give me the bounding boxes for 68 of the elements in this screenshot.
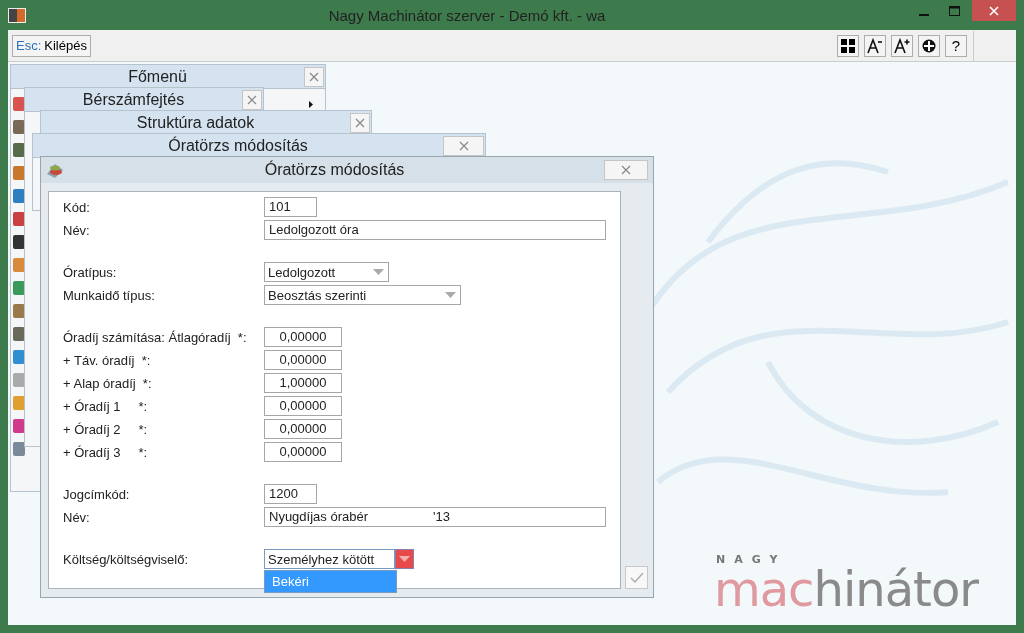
input-field[interactable]: 1,00000 bbox=[264, 373, 342, 393]
dropdown-arrow-icon bbox=[373, 269, 384, 275]
input-field[interactable]: 0,00000 bbox=[264, 442, 342, 462]
submenu-arrow-icon bbox=[309, 101, 313, 108]
toolbar-button[interactable] bbox=[864, 34, 886, 57]
close-button[interactable] bbox=[604, 160, 648, 180]
checkmark-icon bbox=[629, 571, 644, 584]
circle-icon bbox=[921, 37, 937, 54]
minimize-icon bbox=[918, 13, 929, 16]
brand-logo: NAGY machinátor bbox=[713, 554, 978, 613]
field-label: + Óradíj 1 *: bbox=[63, 398, 149, 414]
window-title: Nagy Machinátor szerver - Demó kft. - wa bbox=[327, 6, 607, 24]
field-label: Név: bbox=[63, 222, 91, 238]
app-logo-icon bbox=[8, 7, 26, 23]
input-field[interactable]: 0,00000 bbox=[264, 350, 342, 370]
close-button[interactable] bbox=[350, 112, 370, 133]
dialog-title: Óratörzs módosítás bbox=[263, 161, 406, 179]
menu-icon[interactable] bbox=[13, 327, 25, 341]
field-label: Munkaidő típus: bbox=[63, 287, 156, 303]
close-icon bbox=[247, 94, 257, 105]
exit-button[interactable]: Esc: Kilépés bbox=[12, 34, 91, 57]
close-icon bbox=[458, 140, 469, 151]
help-button[interactable]: ? bbox=[945, 34, 967, 57]
close-icon bbox=[989, 5, 999, 16]
menu-icon[interactable] bbox=[13, 143, 25, 157]
field-label: + Óradíj 3 *: bbox=[63, 444, 149, 460]
input-field[interactable]: 0,00000 bbox=[264, 396, 342, 416]
toolbar-button[interactable] bbox=[918, 34, 940, 57]
field-label: + Óradíj 2 *: bbox=[63, 421, 149, 437]
confirm-button[interactable] bbox=[625, 566, 648, 589]
font-smaller-icon bbox=[867, 37, 883, 54]
close-icon bbox=[309, 71, 319, 82]
font-larger-icon bbox=[894, 37, 910, 54]
field-label: Kód: bbox=[63, 199, 91, 215]
field-label: + Alap óradíj *: bbox=[63, 375, 153, 391]
menu-icon[interactable] bbox=[13, 235, 25, 249]
dropdown[interactable]: Személyhez kötött bbox=[264, 549, 395, 569]
input-field[interactable]: 0,00000 bbox=[264, 419, 342, 439]
dropdown-arrow-icon bbox=[399, 556, 410, 562]
window-heading: Főmenü bbox=[127, 67, 188, 86]
field-label: Költség/költségviselő: bbox=[63, 551, 189, 567]
close-button[interactable] bbox=[972, 0, 1016, 21]
field-label: + Táv. óradíj *: bbox=[63, 352, 152, 368]
toolbar-button[interactable] bbox=[837, 34, 859, 57]
dropdown[interactable]: Beosztás szerinti bbox=[264, 285, 461, 305]
toolbar-button[interactable] bbox=[891, 34, 913, 57]
close-button[interactable] bbox=[242, 89, 262, 110]
input-field[interactable]: 1200 bbox=[264, 484, 317, 504]
window-heading: Bérszámfejtés bbox=[81, 90, 186, 109]
maximize-icon bbox=[949, 5, 960, 16]
tiles-icon bbox=[841, 38, 855, 53]
field-label: Óratípus: bbox=[63, 264, 118, 280]
close-button[interactable] bbox=[443, 135, 484, 156]
dropdown-button[interactable] bbox=[395, 549, 414, 569]
input-field[interactable]: Ledolgozott óra bbox=[264, 220, 606, 240]
field-label: Név: bbox=[63, 509, 91, 525]
input-field[interactable]: Nyugdíjas órabér '13 bbox=[264, 507, 606, 527]
field-label: Óradíj számítása: Átlagóradíj *: bbox=[63, 329, 248, 345]
window-heading: Struktúra adatok bbox=[135, 113, 256, 132]
close-icon bbox=[621, 165, 631, 175]
window-heading: Óratörzs módosítás bbox=[167, 136, 309, 155]
close-button[interactable] bbox=[304, 66, 324, 87]
dropdown[interactable]: Ledolgozott bbox=[264, 262, 389, 282]
dropdown-arrow-icon bbox=[445, 292, 456, 298]
input-field[interactable]: 0,00000 bbox=[264, 327, 342, 347]
close-icon bbox=[355, 117, 365, 128]
field-label: Jogcímkód: bbox=[63, 486, 131, 502]
input-field[interactable]: 101 bbox=[264, 197, 317, 217]
